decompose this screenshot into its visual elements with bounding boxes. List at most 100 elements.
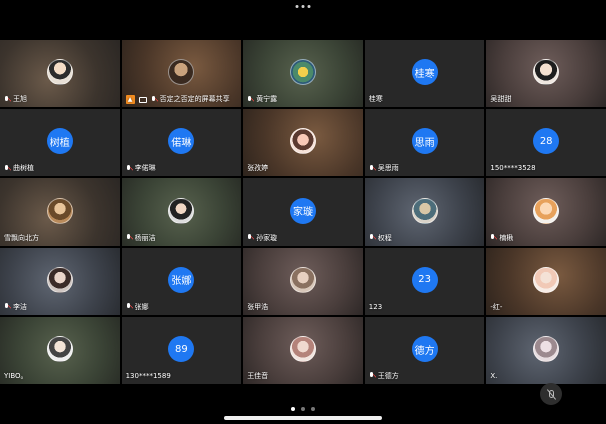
participant-name: 张孜婷 — [247, 164, 269, 173]
participant-tile[interactable]: YIBO。 — [0, 316, 120, 384]
participant-avatar — [289, 128, 316, 155]
participant-label: ▲ 否定之否定的屏幕共享 — [125, 95, 230, 105]
participant-tile[interactable]: 王佳音 — [243, 316, 363, 384]
participant-label: 王旭 — [4, 95, 27, 104]
screen-share-icon: ▲ — [125, 95, 135, 105]
participant-name: 王佳音 — [247, 371, 269, 380]
participant-text-avatar: 28 — [533, 128, 560, 155]
participant-name: 150****3528 — [490, 164, 536, 173]
mic-muted-icon — [126, 303, 133, 311]
participant-tile[interactable]: 偌琳 李偌琳 — [121, 109, 242, 177]
participant-avatar — [168, 197, 195, 224]
participant-tile[interactable]: 杨丽洁 — [121, 178, 242, 246]
participant-tile[interactable]: 黄宁露 — [243, 40, 363, 108]
participant-tile[interactable]: 李洁 — [0, 247, 120, 315]
participant-avatar — [533, 336, 560, 363]
participant-name: 123 — [368, 302, 383, 311]
mic-muted-icon — [369, 164, 376, 173]
participant-tile[interactable]: 89 130****1589 — [121, 316, 242, 384]
participant-name: 否定之否定的屏幕共享 — [159, 95, 230, 104]
participant-label: -红- — [490, 303, 502, 312]
participant-name: 楠楸 — [499, 233, 514, 242]
participant-name: X. — [490, 371, 498, 380]
participant-text-avatar: 桂寒 — [411, 59, 438, 86]
participant-label: 权程 — [369, 234, 392, 243]
mic-muted-icon — [247, 95, 255, 104]
participant-label: 楠楸 — [490, 234, 513, 243]
home-indicator[interactable] — [224, 416, 382, 420]
participant-label: 130****1589 — [126, 372, 171, 381]
mic-muted-icon — [126, 234, 133, 242]
page-dot[interactable] — [301, 407, 305, 411]
participant-name: 雪飘向北方 — [4, 233, 39, 242]
participant-avatar — [46, 197, 73, 224]
participant-name: 吴甜甜 — [490, 95, 512, 104]
more-options-icon[interactable] — [295, 5, 311, 8]
mic-muted-icon — [247, 234, 255, 242]
participant-avatar — [289, 59, 316, 86]
mic-muted-icon — [490, 234, 498, 242]
participant-tile[interactable]: 吴甜甜 — [486, 40, 606, 108]
participant-avatar — [533, 59, 560, 86]
page-dot[interactable] — [291, 407, 295, 411]
participant-tile[interactable]: 张孜婷 — [243, 109, 363, 177]
participant-tile[interactable]: X. — [486, 316, 606, 384]
participant-tile[interactable]: 树植 曲树植 — [0, 109, 120, 177]
participant-name: 李偌琳 — [134, 164, 156, 173]
participant-name: 黄宁露 — [256, 95, 278, 104]
participant-tile[interactable]: 张娜 张娜 — [121, 247, 242, 315]
participant-text-avatar: 家璇 — [289, 197, 316, 224]
participant-text-avatar: 思雨 — [411, 128, 438, 155]
participant-name: 张甲浩 — [247, 302, 269, 311]
participant-label: 黄宁露 — [247, 95, 277, 104]
screen-icon — [138, 96, 147, 103]
participant-tile[interactable]: 楠楸 — [486, 178, 606, 246]
participant-tile[interactable]: 28 150****3528 — [486, 109, 606, 177]
participant-name: 吴思雨 — [377, 164, 399, 173]
page-indicator[interactable] — [291, 407, 315, 411]
participant-tile[interactable]: 权程 — [364, 178, 485, 246]
mic-muted-icon[interactable] — [540, 383, 562, 405]
participant-name: 孙家璇 — [256, 233, 278, 242]
participant-avatar — [46, 59, 73, 86]
participant-label: 张甲浩 — [247, 303, 268, 312]
participant-label: 李洁 — [4, 303, 27, 312]
participant-label: 李偌琳 — [126, 164, 156, 173]
participant-avatar — [289, 336, 316, 363]
participant-avatar — [46, 266, 73, 293]
participant-label: X. — [490, 372, 497, 381]
participant-avatar — [289, 266, 316, 293]
participant-tile[interactable]: 张甲浩 — [243, 247, 363, 315]
participant-label: 雪飘向北方 — [4, 234, 39, 243]
participant-label: 150****3528 — [490, 164, 535, 173]
participant-name: 130****1589 — [125, 371, 171, 380]
mic-muted-icon — [151, 95, 158, 104]
participant-name: 王德方 — [377, 371, 399, 380]
participant-label: 桂寒 — [369, 95, 383, 104]
participant-label: 123 — [369, 303, 382, 312]
participant-label: 曲树植 — [4, 164, 34, 173]
participant-tile[interactable]: 思雨吴思雨 — [364, 109, 485, 177]
participant-name: 张娜 — [134, 302, 149, 311]
participant-tile[interactable]: 德方 王德方 — [364, 316, 485, 384]
page-dot[interactable] — [311, 407, 315, 411]
participant-label: 杨丽洁 — [126, 234, 156, 243]
participant-tile[interactable]: ▲ 否定之否定的屏幕共享 — [121, 40, 242, 108]
participant-name: 曲树植 — [13, 164, 34, 173]
participant-tile[interactable]: -红- — [486, 247, 606, 315]
participant-tile[interactable]: 家璇孙家璇 — [243, 178, 363, 246]
participant-label: 张娜 — [126, 303, 149, 312]
participant-label: 吴甜甜 — [490, 95, 511, 104]
participant-label: 王德方 — [369, 372, 399, 381]
participant-name: 权程 — [377, 233, 392, 242]
participant-label: 王佳音 — [247, 372, 268, 381]
participant-name: -红- — [490, 302, 503, 311]
participant-name: 李洁 — [13, 302, 27, 311]
participant-tile[interactable]: 雪飘向北方 — [0, 178, 120, 246]
participant-tile[interactable]: 桂寒 桂寒 — [364, 40, 485, 108]
participant-name: 桂寒 — [368, 95, 383, 104]
participant-name: YIBO。 — [4, 371, 28, 380]
participant-label: YIBO。 — [4, 372, 28, 381]
participant-tile[interactable]: 23 123 — [364, 247, 485, 315]
participant-tile[interactable]: 王旭 — [0, 40, 120, 108]
